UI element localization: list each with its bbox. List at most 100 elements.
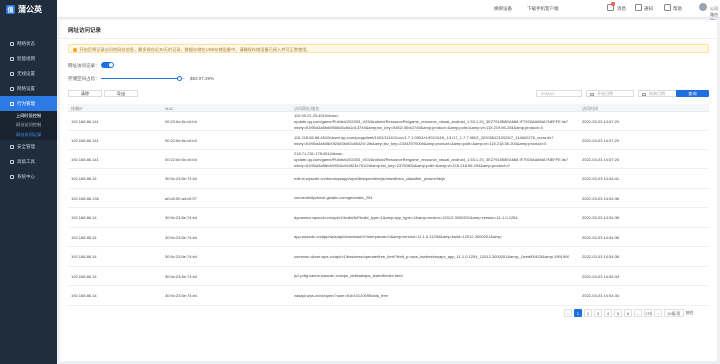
sidebar-item-wireless[interactable]: 无线设置 [0, 66, 57, 81]
sidebar-item-label: 智能组网 [17, 55, 35, 61]
cell-url: edit.st.wpscdn.cn/dom/wpsapp/wps/lib/wps… [294, 176, 569, 182]
sidebar-item-network-settings[interactable]: 网络设置 [0, 81, 57, 96]
page-button[interactable]: 4 [604, 309, 612, 317]
cell-url-line: 115.218.56.89:4510/down.qq.com/pcqqcline… [294, 134, 554, 140]
cell-time: 2022-03-03 14:54:34 [582, 273, 620, 279]
cell-url-line: update.qq.com/game/Publish/202003_V03/An… [294, 118, 568, 124]
logo-icon: 值 [6, 4, 15, 14]
subitem-url-control[interactable]: 网址访问控制 [0, 121, 57, 131]
subitem-url-records[interactable]: 网址访问记录 [0, 130, 57, 140]
sidebar: 值 蒲公英 网络状态 智能组网 无线设置 网络设置 行为管理 上网时段控制 网址… [0, 0, 57, 364]
page-button[interactable]: 1 [574, 309, 582, 317]
page-button[interactable]: 2 [584, 309, 592, 317]
sidebar-item-system[interactable]: 系统中心 [0, 170, 57, 185]
sidebar-item-label: 网络状态 [17, 40, 35, 46]
cell-url-line: dynamicn.wpscdn.cn/api/v1/build/fsf?buil… [294, 214, 518, 220]
table-row: 192.168.86.141 00:22:6e:5c:c0:b4 218.71.23… [68, 150, 709, 169]
cell-ip: 192.168.86.14 [71, 176, 97, 182]
export-button[interactable]: 导出 [104, 90, 138, 97]
cell-url-line: app.wpscdn.cn/app/wps/api/download/4?use… [294, 234, 502, 240]
sidebar-item-security[interactable]: 安全管理 [0, 140, 57, 155]
cell-url: common.docer.wps.cn/api/v1/business/oper… [294, 254, 569, 260]
top-bar: 换绑设备 下载手机客户端 1 消息 通知 帮助 公司路由器2 [57, 0, 720, 23]
calendar-icon [642, 92, 646, 96]
table-row: 192.168.86.14 30:9c:23:5e:74:b4 vasapi.wps… [68, 286, 709, 306]
cell-url-line: js1.pdfg.cache.wpscdn.cn/wps_debloatwps_… [294, 273, 403, 279]
cell-mac: a0:c8:52:ad:c0:57 [165, 195, 197, 201]
page-button[interactable]: 5 [614, 309, 622, 317]
shield-icon [10, 145, 14, 149]
monitor-icon [10, 41, 14, 46]
storage-bar-knob [176, 76, 182, 82]
network-icon [10, 56, 14, 61]
sidebar-item-smart-network[interactable]: 智能组网 [0, 51, 57, 66]
cell-url: 115.218.56.89:4510/down.qq.com/pcqqcline… [294, 135, 569, 147]
prev-page-button[interactable]: ‹ [564, 309, 572, 317]
table-row: 192.168.86.14 30:9c:23:5e:74:b4 app.wpscdn… [68, 228, 709, 247]
cell-url-line: mkey=61f90a3a5fecb5f316c5c0f23e761/2l&am… [294, 162, 510, 168]
sidebar-item-label: 无线设置 [17, 70, 35, 76]
table-body: 192.168.86.141 00:22:6e:5c:c0:b4 110.99.21… [68, 112, 709, 306]
cell-time: 2022-03-03 14:54:34 [582, 293, 620, 299]
cell-mac: 00:22:6e:5c:c0:b4 [165, 138, 197, 143]
cell-ip: 192.168.86.141 [71, 157, 99, 162]
records-table: 终端IP MAC 访问网址/域名 访问时间 192.168.86.141 00:2… [68, 104, 709, 306]
sidebar-item-advanced[interactable]: 高级工具 [0, 155, 57, 170]
start-date-placeholder: 开始日期 [597, 91, 613, 96]
page-button[interactable]: 6 [624, 309, 632, 317]
cell-ip: 192.168.86.14 [71, 234, 97, 240]
subitem-time-control[interactable]: 上网时段控制 [0, 111, 57, 121]
cell-url: connectivitycheck.gstatic.com/generate_2… [294, 195, 569, 201]
sidebar-item-label: 安全管理 [17, 144, 35, 149]
app-logo[interactable]: 值 蒲公英 [0, 0, 57, 18]
cell-time: 2022-03-03 14:57:20 [582, 138, 620, 143]
next-page-button[interactable]: › [654, 309, 662, 317]
sidebar-item-network-status[interactable]: 网络状态 [0, 36, 57, 51]
cell-time: 2022-03-03 14:54:41 [582, 176, 620, 182]
record-toggle[interactable] [101, 62, 114, 68]
header-mac: MAC [165, 106, 174, 111]
messages-link[interactable]: 消息 [617, 6, 626, 12]
cell-time: 2022-03-03 14:57:20 [582, 157, 620, 162]
cell-mac: 30:9c:23:5e:74:b4 [165, 254, 198, 260]
switch-device-link[interactable]: 换绑设备 [494, 6, 512, 12]
start-date-input[interactable]: 开始日期 [586, 90, 634, 97]
page-ellipsis[interactable]: … [634, 309, 642, 317]
app-name: 蒲公英 [18, 4, 42, 14]
cell-mac: 30:9c:23:5e:74:b4 [165, 234, 198, 240]
cell-ip: 192.168.86.141 [71, 119, 99, 124]
cell-time: 2022-03-03 14:54:36 [582, 254, 620, 260]
gear-icon [10, 175, 14, 179]
cell-ip: 192.168.86.14 [71, 215, 97, 221]
page-title: 网址访问记录 [68, 28, 102, 34]
page-button[interactable]: 175 [644, 309, 652, 317]
alert-text: 开启后将记录访问的网址信息，最多保存近30天的记录，数据存储在USB存储设备中，… [79, 47, 311, 52]
help-icon[interactable] [664, 4, 671, 11]
title-divider [60, 38, 717, 39]
clear-button[interactable]: 清除 [68, 90, 102, 97]
download-app-link[interactable]: 下载手机客户端 [527, 6, 559, 12]
pagination: ‹ 1 2 3 4 5 6… 175 › 10条/页 前往 [564, 309, 694, 317]
help-link[interactable]: 帮助 [673, 6, 682, 12]
bell-icon[interactable] [635, 4, 642, 11]
cell-url-line: mkey=61f90a3a5d5b0f2083b4f2c85429/ 2lb&a… [294, 140, 547, 146]
avatar[interactable] [699, 3, 707, 11]
table-row: 192.168.86.14 30:9c:23:5e:74:b4 common.doc… [68, 247, 709, 267]
cell-url-line: connectivitycheck.gstatic.com/generate_2… [294, 195, 373, 201]
wifi-icon [10, 71, 14, 76]
page-size-select[interactable]: 10条/页 [664, 309, 684, 317]
globe-icon [10, 86, 14, 91]
cell-url: 218.71.231.178:4510/down. update.qq.com/g… [294, 151, 569, 169]
cell-time: 2022-03-03 14:54:36 [582, 195, 620, 201]
cell-url: app.wpscdn.cn/app/wps/api/download/4?use… [294, 234, 569, 240]
storage-bar [101, 76, 185, 82]
cell-url-line: common.docer.wps.cn/api/v1/business/oper… [294, 253, 569, 259]
cell-ip: 192.168.86.14 [71, 293, 97, 299]
notify-link[interactable]: 通知 [644, 6, 653, 12]
ip-mac-filter-input[interactable]: IP/MAC [536, 90, 582, 97]
search-button[interactable]: 查询 [676, 90, 709, 97]
cell-ip: 192.168.86.141 [71, 138, 99, 143]
page-button[interactable]: 3 [594, 309, 602, 317]
sidebar-item-behavior[interactable]: 行为管理 [0, 96, 57, 111]
cell-time: 2022-03-03 14:54:36 [582, 215, 620, 221]
